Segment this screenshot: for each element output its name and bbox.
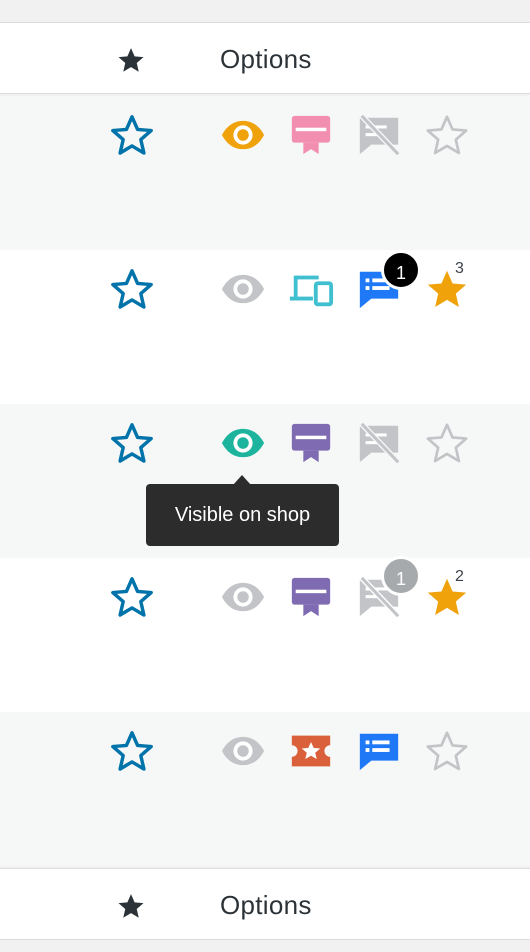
featured-star-outline-icon[interactable]	[424, 112, 470, 158]
featured-star-outline-icon[interactable]	[424, 728, 470, 774]
table-row: 1 3	[0, 250, 530, 404]
options-column-header[interactable]: Options	[220, 23, 312, 95]
top-strip	[0, 0, 530, 22]
table-footer: Options	[0, 868, 530, 940]
eye-icon[interactable]	[220, 420, 266, 466]
favorite-star-outline-icon[interactable]	[109, 728, 155, 774]
filled-star-icon[interactable]	[116, 45, 146, 75]
gift-card-icon[interactable]	[288, 112, 334, 158]
table-row	[0, 96, 530, 250]
table-row	[0, 712, 530, 866]
notes-count-badge: 1	[381, 250, 421, 290]
eye-icon[interactable]	[220, 112, 266, 158]
no-notes-icon[interactable]	[356, 112, 402, 158]
eye-icon[interactable]	[220, 728, 266, 774]
featured-star-outline-icon[interactable]	[424, 420, 470, 466]
options-column-footer[interactable]: Options	[220, 869, 312, 941]
table-row: 1 2	[0, 556, 530, 712]
eye-icon[interactable]	[220, 574, 266, 620]
favorite-star-outline-icon[interactable]	[109, 420, 155, 466]
devices-icon[interactable]	[288, 266, 334, 312]
gift-card-icon[interactable]	[288, 574, 334, 620]
notes-icon[interactable]	[356, 728, 402, 774]
table-header: Options	[0, 22, 530, 94]
favorite-star-outline-icon[interactable]	[109, 112, 155, 158]
gift-card-icon[interactable]	[288, 420, 334, 466]
filled-star-icon[interactable]	[116, 891, 146, 921]
ticket-icon[interactable]	[288, 728, 334, 774]
visibility-tooltip: Visible on shop	[146, 484, 339, 546]
featured-count: 2	[455, 568, 464, 585]
featured-count: 3	[455, 260, 464, 277]
no-notes-icon[interactable]	[356, 420, 402, 466]
favorite-star-outline-icon[interactable]	[109, 266, 155, 312]
eye-icon[interactable]	[220, 266, 266, 312]
favorite-star-outline-icon[interactable]	[109, 574, 155, 620]
notes-count-badge: 1	[381, 556, 421, 596]
